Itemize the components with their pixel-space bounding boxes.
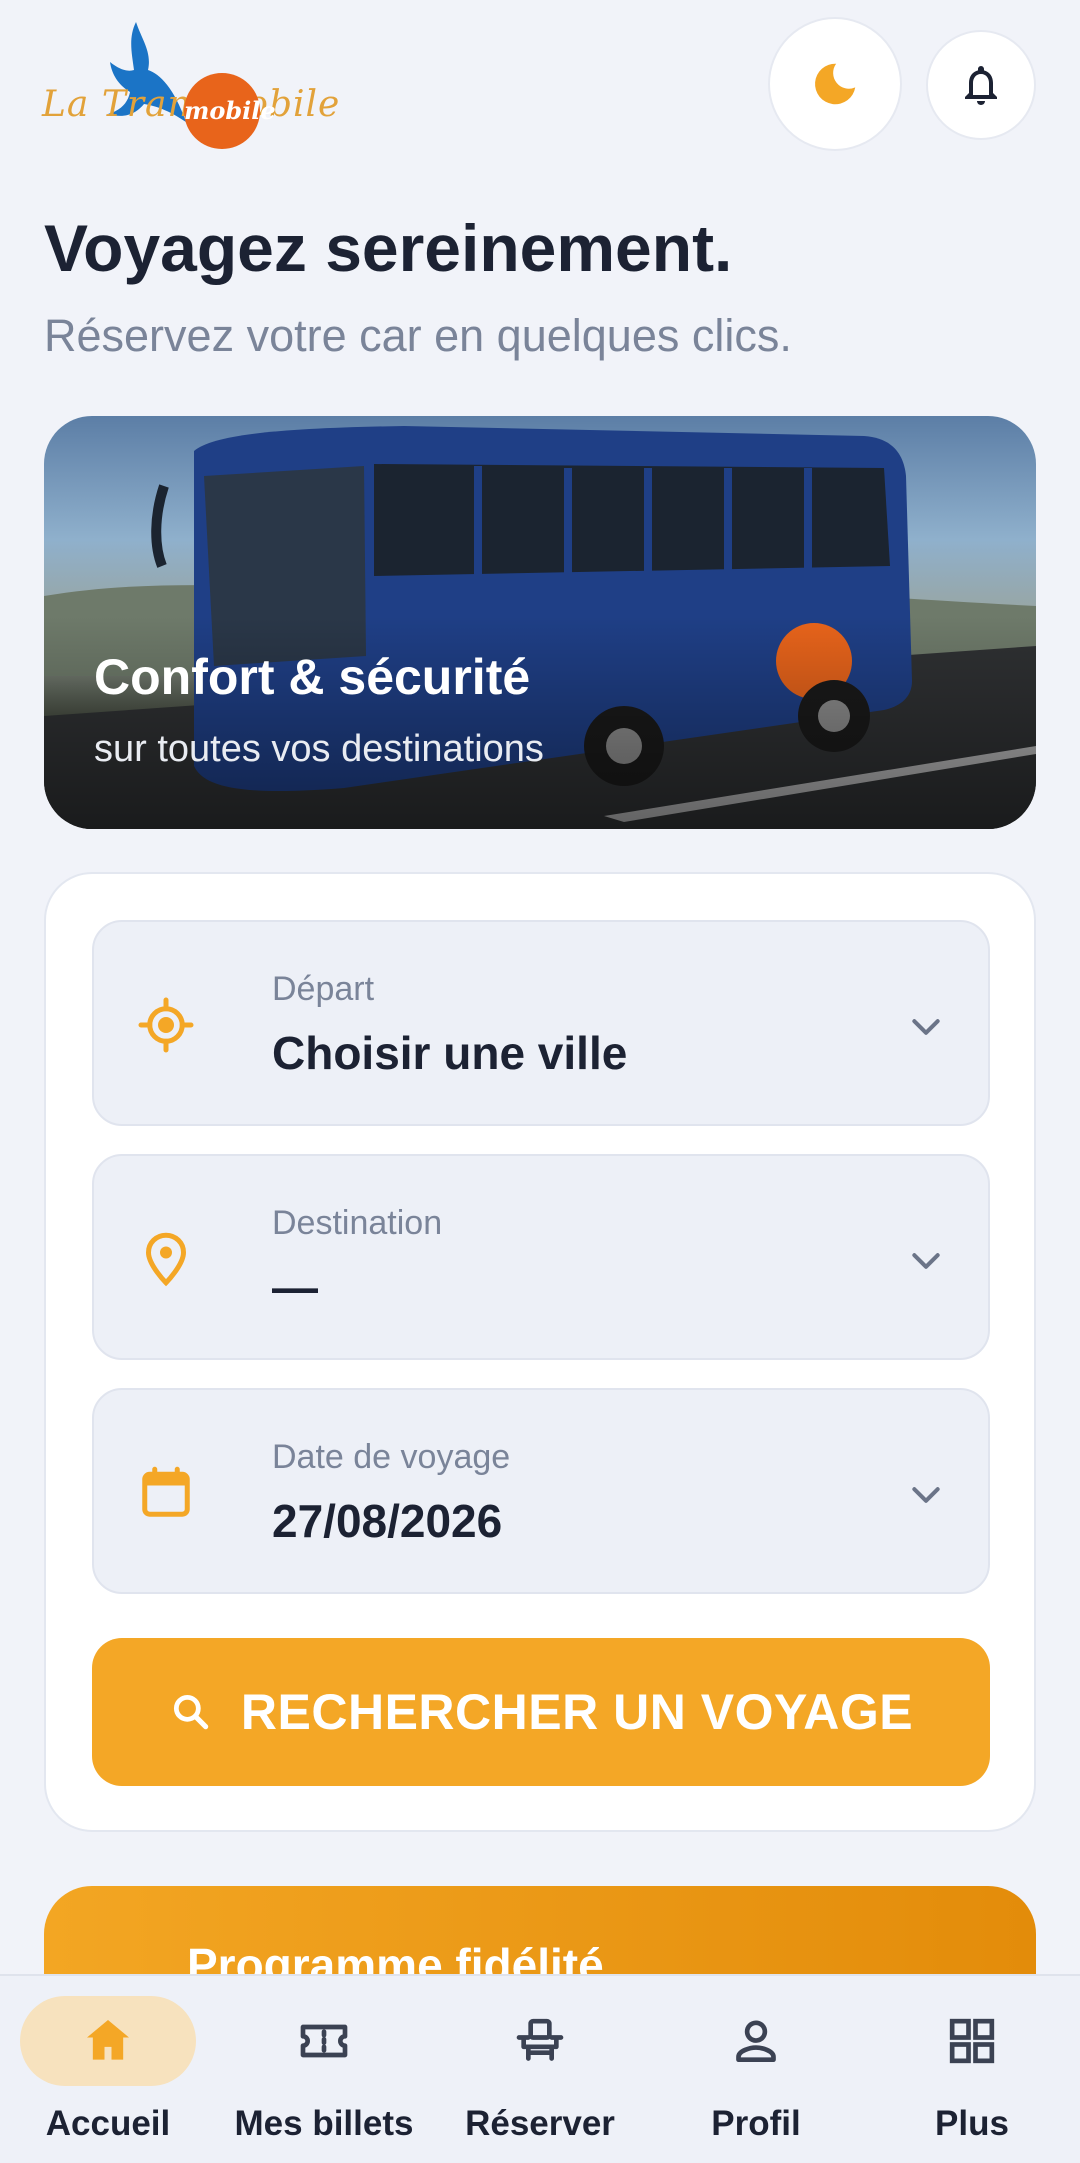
moon-icon bbox=[815, 63, 856, 105]
chevron-down-icon bbox=[912, 1487, 940, 1503]
departure-value: Choisir une ville bbox=[272, 1027, 628, 1079]
hero-title: Confort & sécurité bbox=[94, 649, 531, 705]
departure-select[interactable]: Départ Choisir une ville bbox=[92, 920, 990, 1126]
bell-icon bbox=[965, 66, 997, 105]
crosshair-icon bbox=[138, 997, 194, 1053]
app-header: La Transmobile mobile bbox=[0, 0, 1080, 190]
chevron-down-icon bbox=[912, 1019, 940, 1035]
date-label: Date de voyage bbox=[272, 1438, 511, 1476]
page-subtitle: Réservez votre car en quelques clics. bbox=[44, 310, 792, 361]
nav-item-home[interactable]: Accueil bbox=[0, 1976, 216, 2163]
location-pin-icon bbox=[145, 1232, 187, 1287]
search-icon bbox=[173, 1694, 209, 1730]
nav-item-book[interactable]: Réserver bbox=[432, 1976, 648, 2163]
bottom-navigation: Accueil Mes billets Réserver Profil Plus bbox=[0, 1974, 1080, 2163]
nav-label-tickets: Mes billets bbox=[234, 2104, 414, 2143]
brand-logo: La Transmobile mobile bbox=[42, 18, 339, 149]
home-icon bbox=[87, 2020, 129, 2060]
date-value: 27/08/2026 bbox=[272, 1495, 503, 1547]
grid-icon bbox=[949, 2018, 995, 2064]
nav-item-profile[interactable]: Profil bbox=[648, 1976, 864, 2163]
logo-badge: mobile bbox=[184, 73, 276, 149]
search-trip-button[interactable]: RECHERCHER UN VOYAGE bbox=[92, 1638, 990, 1786]
search-button-label: RECHERCHER UN VOYAGE bbox=[240, 1684, 914, 1740]
nav-label-book: Réserver bbox=[465, 2104, 615, 2143]
ticket-icon bbox=[300, 2024, 348, 2058]
calendar-icon bbox=[142, 1466, 190, 1517]
page-title: Voyagez sereinement. bbox=[44, 211, 733, 285]
hero-subtitle: sur toutes vos destinations bbox=[94, 728, 544, 770]
hero-banner: Confort & sécurité sur toutes vos destin… bbox=[44, 416, 1036, 829]
nav-label-home: Accueil bbox=[45, 2104, 171, 2143]
nav-item-tickets[interactable]: Mes billets bbox=[216, 1976, 432, 2163]
departure-label: Départ bbox=[272, 970, 375, 1008]
destination-label: Destination bbox=[272, 1204, 443, 1242]
person-icon bbox=[736, 2020, 776, 2062]
trip-search-card: Départ Choisir une ville Destination — D… bbox=[44, 872, 1036, 1832]
nav-label-more: Plus bbox=[935, 2104, 1009, 2143]
seat-icon bbox=[516, 2018, 564, 2061]
travel-date-select[interactable]: Date de voyage 27/08/2026 bbox=[92, 1388, 990, 1594]
notifications-button[interactable] bbox=[926, 30, 1036, 140]
nav-item-more[interactable]: Plus bbox=[864, 1976, 1080, 2163]
chevron-down-icon bbox=[912, 1253, 940, 1269]
destination-select[interactable]: Destination — bbox=[92, 1154, 990, 1360]
theme-toggle-button[interactable] bbox=[768, 17, 902, 151]
nav-label-profile: Profil bbox=[711, 2104, 801, 2143]
destination-value: — bbox=[272, 1261, 318, 1313]
